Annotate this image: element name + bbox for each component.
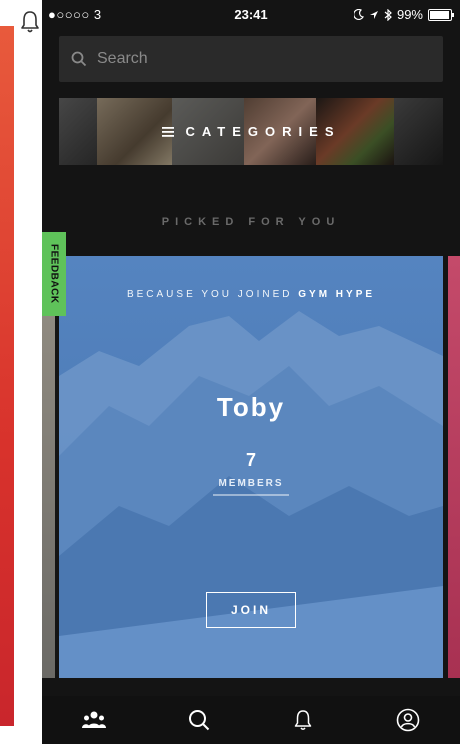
bell-icon <box>295 710 312 730</box>
previous-card-edge[interactable] <box>42 316 55 678</box>
card-reason-text: BECAUSE YOU JOINED GYM HYPE <box>59 289 443 300</box>
battery-icon <box>428 8 454 21</box>
categories-overlay: CATEGORIES <box>59 98 443 165</box>
group-name: Toby <box>216 392 286 422</box>
tab-profile[interactable] <box>395 707 421 733</box>
status-bar: ●○○○○ 3 23:41 99% <box>42 0 460 30</box>
tab-search[interactable] <box>186 707 212 733</box>
members-label: MEMBERS <box>218 478 284 489</box>
next-card-edge[interactable] <box>448 256 460 678</box>
group-card[interactable]: BECAUSE YOU JOINED GYM HYPE Toby 7 MEMBE… <box>59 256 443 678</box>
feedback-tab[interactable]: FEEDBACK <box>42 232 66 316</box>
background-red-bar <box>0 26 14 726</box>
categories-banner[interactable]: CATEGORIES <box>59 98 443 165</box>
member-count: 7 <box>245 450 256 470</box>
search-icon <box>71 51 87 67</box>
members-divider <box>213 494 289 496</box>
profile-icon <box>396 708 420 732</box>
feedback-label: FEEDBACK <box>48 244 60 304</box>
categories-label: CATEGORIES <box>185 124 341 139</box>
phone-screen: ●○○○○ 3 23:41 99% CATEGORIE <box>42 0 460 744</box>
menu-icon <box>161 126 174 137</box>
tab-groups[interactable] <box>81 707 107 733</box>
bluetooth-icon <box>384 8 392 21</box>
reason-group: GYM HYPE <box>298 289 376 300</box>
battery-fill <box>430 10 449 19</box>
search-icon <box>188 710 209 731</box>
join-button[interactable]: JOIN <box>206 592 296 628</box>
search-bar[interactable] <box>59 36 443 82</box>
tab-bar <box>42 696 460 744</box>
reason-prefix: BECAUSE YOU JOINED <box>126 289 299 300</box>
picked-for-you-heading: PICKED FOR YOU <box>161 216 341 228</box>
groups-icon <box>82 711 107 728</box>
location-arrow-icon <box>369 10 378 19</box>
search-input[interactable] <box>95 49 399 69</box>
background-bell-icon <box>20 10 40 34</box>
tab-notifications[interactable] <box>290 707 316 733</box>
moon-icon <box>353 9 364 20</box>
status-indicators: 99% <box>353 7 454 22</box>
battery-percent: 99% <box>396 7 423 22</box>
